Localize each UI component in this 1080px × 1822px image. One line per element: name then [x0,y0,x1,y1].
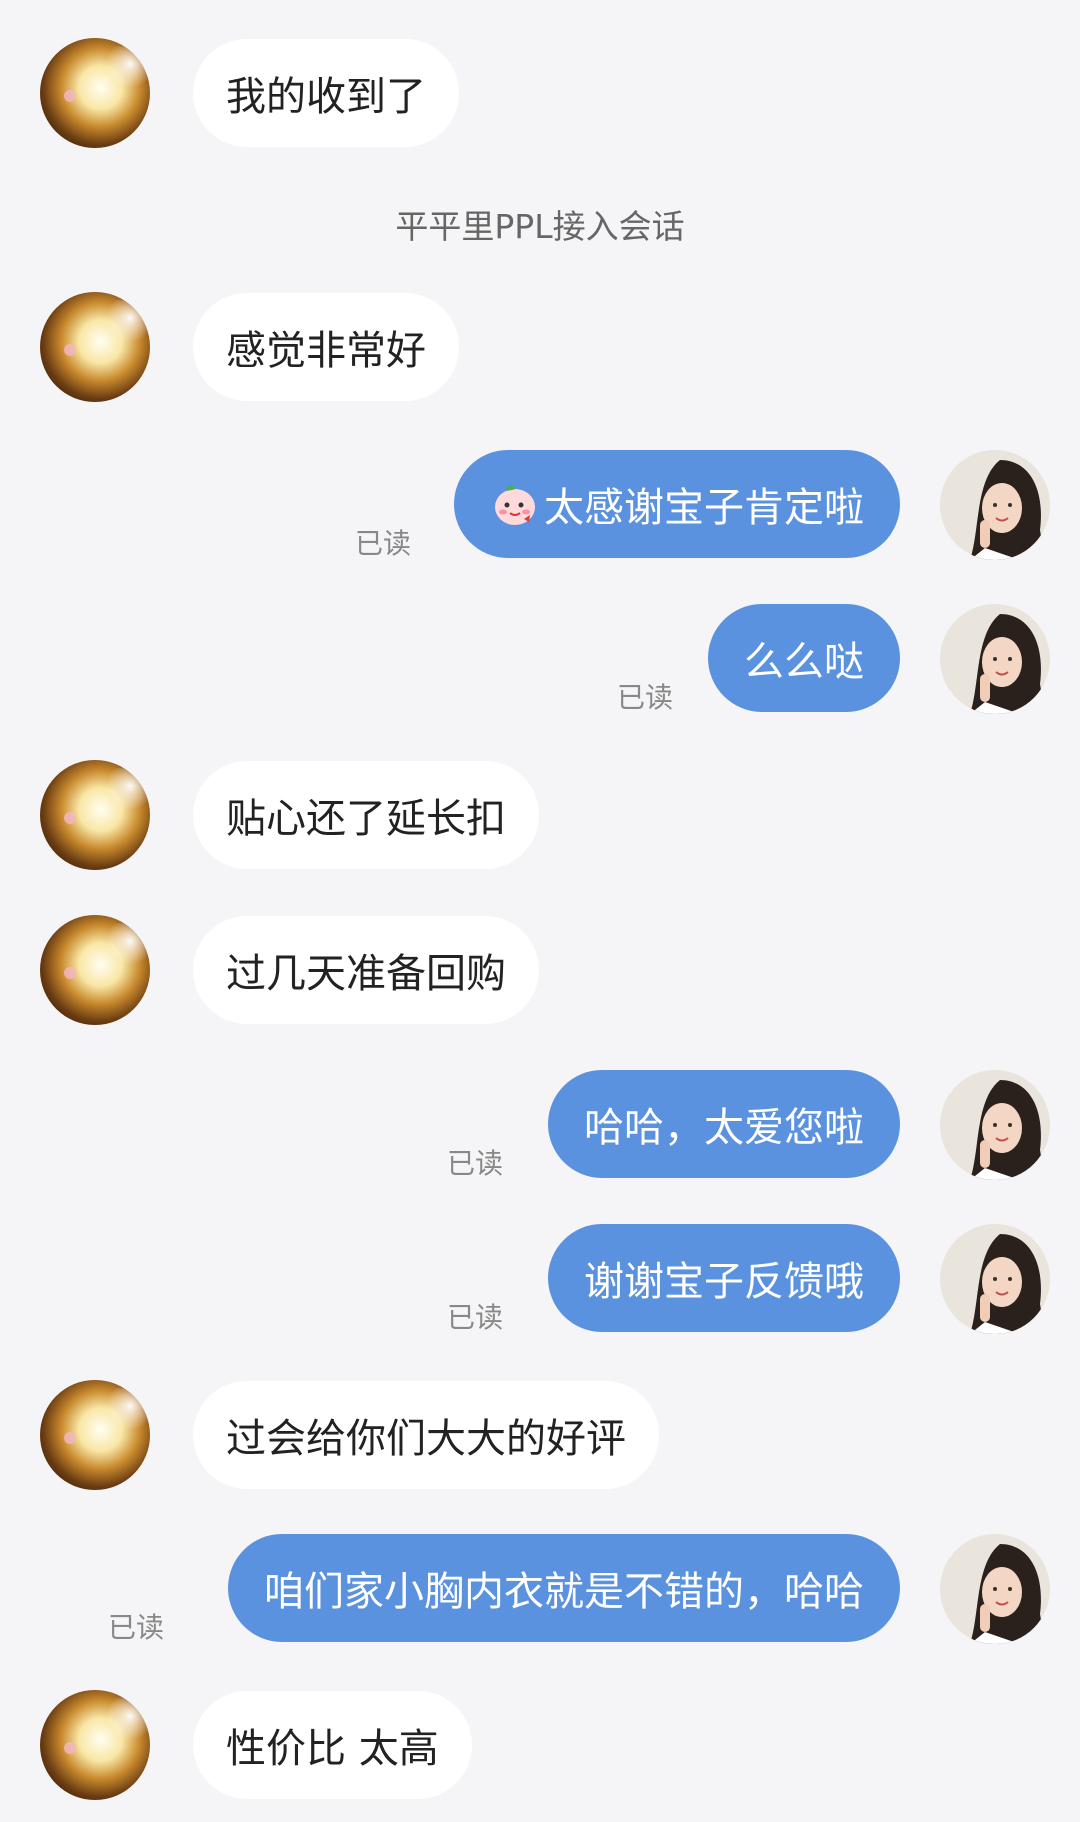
customer-message[interactable]: 性价比 太高 [193,1691,472,1799]
blushing-peach-emoji-icon [495,485,535,525]
agent-avatar[interactable] [940,1224,1050,1334]
read-status: 已读 [108,1611,165,1644]
agent-message[interactable]: 哈哈，太爱您啦 [548,1070,900,1178]
customer-message[interactable]: 贴心还了延长扣 [193,761,539,869]
customer-message[interactable]: 我的收到了 [193,39,459,147]
customer-message[interactable]: 过几天准备回购 [193,916,539,1024]
agent-avatar[interactable] [940,1070,1050,1180]
customer-avatar[interactable] [40,760,150,870]
customer-avatar[interactable] [40,292,150,402]
agent-avatar[interactable] [940,1534,1050,1644]
customer-avatar[interactable] [40,38,150,148]
agent-message-text: 太感谢宝子肯定啦 [544,485,864,531]
agent-message[interactable]: 咱们家小胸内衣就是不错的，哈哈 [228,1534,900,1642]
system-notice: 平平里PPL接入会话 [395,207,685,246]
read-status: 已读 [447,1147,504,1180]
read-status: 已读 [447,1301,504,1334]
agent-avatar[interactable] [940,450,1050,560]
customer-message[interactable]: 过会给你们大大的好评 [193,1381,659,1489]
agent-message[interactable]: 太感谢宝子肯定啦 [454,450,900,558]
read-status: 已读 [617,681,674,714]
customer-avatar[interactable] [40,1380,150,1490]
customer-avatar[interactable] [40,915,150,1025]
customer-message[interactable]: 感觉非常好 [193,293,459,401]
read-status: 已读 [355,527,412,560]
agent-message[interactable]: 谢谢宝子反馈哦 [548,1224,900,1332]
customer-avatar[interactable] [40,1690,150,1800]
agent-avatar[interactable] [940,604,1050,714]
agent-message[interactable]: 么么哒 [708,604,900,712]
